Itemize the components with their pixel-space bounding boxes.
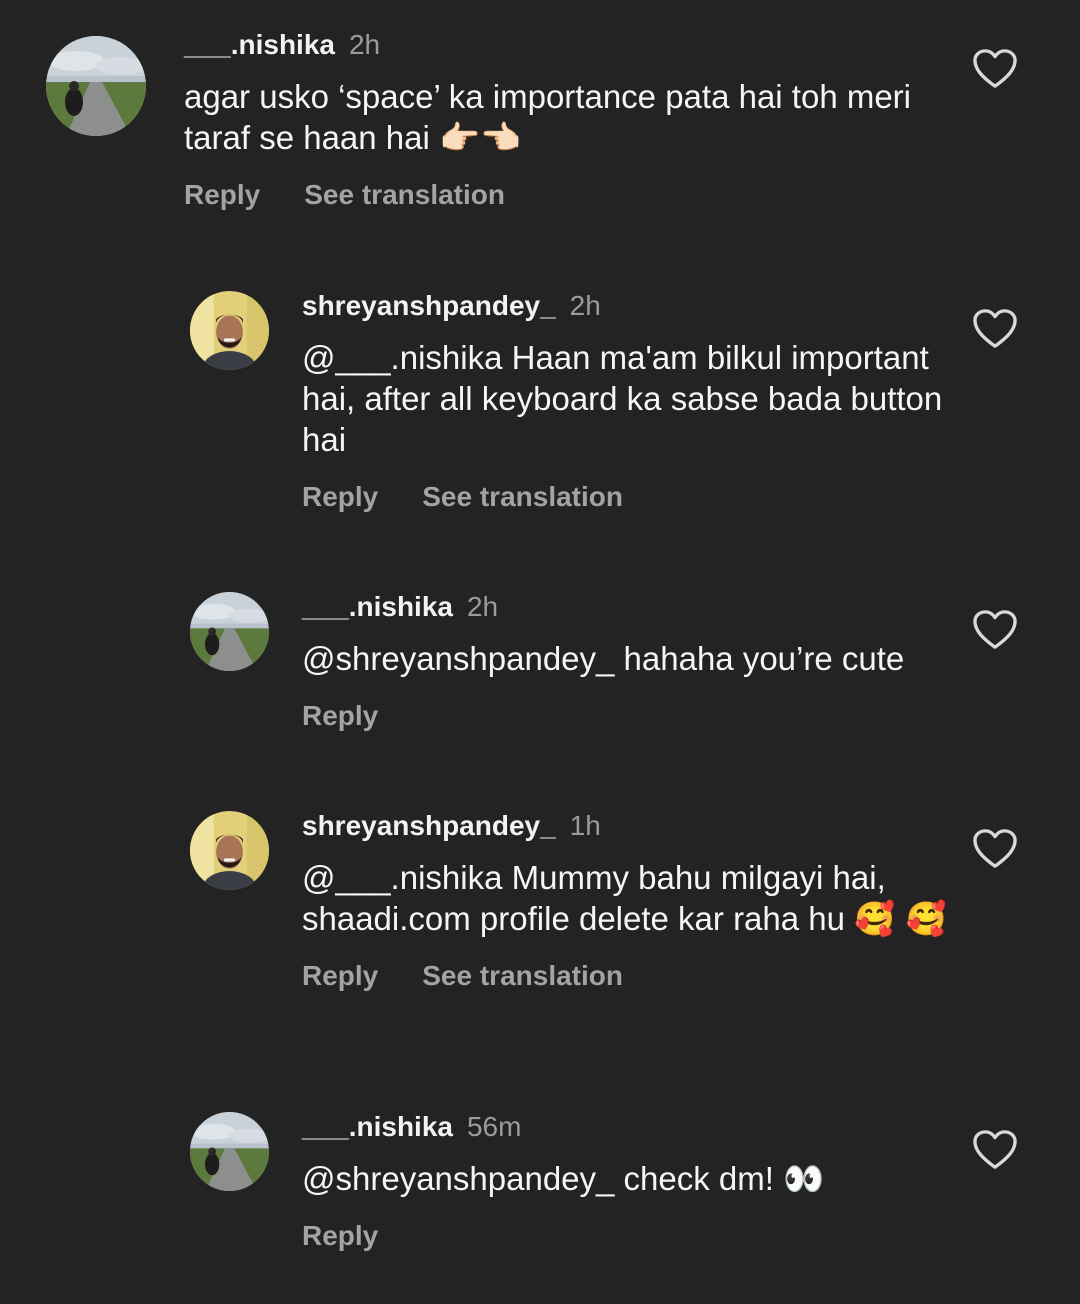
avatar[interactable] (190, 291, 269, 370)
comment-meta: shreyanshpandey_ 2h (302, 289, 952, 323)
comments-thread: ___.nishika 2h agar usko ‘space’ ka impor… (0, 0, 1080, 1304)
comment-text: agar usko ‘space’ ka importance pata hai… (184, 76, 944, 158)
comment-body: @___.nishika Haan ma'am bilkul important… (302, 339, 943, 458)
emoji: 🥰 🥰 (854, 899, 947, 938)
comment-text: @shreyanshpandey_ check dm! 👀 (302, 1158, 952, 1199)
username-link[interactable]: ___.nishika (302, 591, 453, 622)
comment-text: @___.nishika Mummy bahu milgayi hai, sha… (302, 857, 952, 939)
comment-text: @shreyanshpandey_ hahaha you’re cute (302, 638, 952, 679)
like-button[interactable] (972, 609, 1018, 651)
comment-body: agar usko ‘space’ ka importance pata hai… (184, 78, 911, 156)
man-portrait-avatar (190, 811, 269, 890)
man-portrait-avatar (190, 291, 269, 370)
reply-button[interactable]: Reply (302, 481, 378, 512)
comment-actions: Reply (302, 699, 952, 733)
timestamp: 56m (466, 1111, 522, 1142)
comment-text: @___.nishika Haan ma'am bilkul important… (302, 337, 952, 460)
avatar[interactable] (46, 36, 146, 136)
comment-actions: Reply See translation (302, 959, 952, 993)
comment-actions: Reply See translation (184, 178, 944, 212)
avatar[interactable] (190, 592, 269, 671)
heart-outline-icon (973, 610, 1017, 649)
reply-button[interactable]: Reply (302, 960, 378, 991)
heart-outline-icon (973, 309, 1017, 348)
like-button[interactable] (972, 48, 1018, 90)
timestamp: 2h (569, 290, 601, 321)
like-button[interactable] (972, 828, 1018, 870)
heart-outline-icon (973, 1130, 1017, 1169)
reply-button[interactable]: Reply (302, 1220, 378, 1251)
comment-meta: shreyanshpandey_ 1h (302, 809, 952, 843)
road-landscape-avatar (46, 36, 146, 136)
like-button[interactable] (972, 1129, 1018, 1171)
username-link[interactable]: ___.nishika (302, 1111, 453, 1142)
comment-body: @___.nishika Mummy bahu milgayi hai, sha… (302, 859, 886, 937)
like-button[interactable] (972, 308, 1018, 350)
username-link[interactable]: ___.nishika (184, 29, 335, 60)
see-translation-button[interactable]: See translation (422, 481, 623, 512)
road-landscape-avatar (190, 1112, 269, 1191)
comment-actions: Reply See translation (302, 480, 952, 514)
reply-button[interactable]: Reply (184, 179, 260, 210)
heart-outline-icon (973, 49, 1017, 88)
see-translation-button[interactable]: See translation (304, 179, 505, 210)
timestamp: 2h (348, 29, 381, 60)
comment-body: @shreyanshpandey_ hahaha you’re cute (302, 640, 905, 677)
emoji: 👀 (783, 1159, 825, 1198)
timestamp: 2h (466, 591, 499, 622)
see-translation-button[interactable]: See translation (422, 960, 623, 991)
timestamp: 1h (569, 810, 601, 841)
comment-body: @shreyanshpandey_ check dm! (302, 1160, 774, 1197)
road-landscape-avatar (190, 592, 269, 671)
comment-meta: ___.nishika 2h (184, 28, 944, 62)
emoji: 👉🏻👈🏻 (439, 118, 522, 157)
comment-meta: ___.nishika 2h (302, 590, 952, 624)
username-link[interactable]: shreyanshpandey_ (302, 290, 556, 321)
comment-actions: Reply (302, 1219, 952, 1253)
comment-meta: ___.nishika 56m (302, 1110, 952, 1144)
username-link[interactable]: shreyanshpandey_ (302, 810, 556, 841)
reply-button[interactable]: Reply (302, 700, 378, 731)
avatar[interactable] (190, 811, 269, 890)
heart-outline-icon (973, 829, 1017, 868)
avatar[interactable] (190, 1112, 269, 1191)
